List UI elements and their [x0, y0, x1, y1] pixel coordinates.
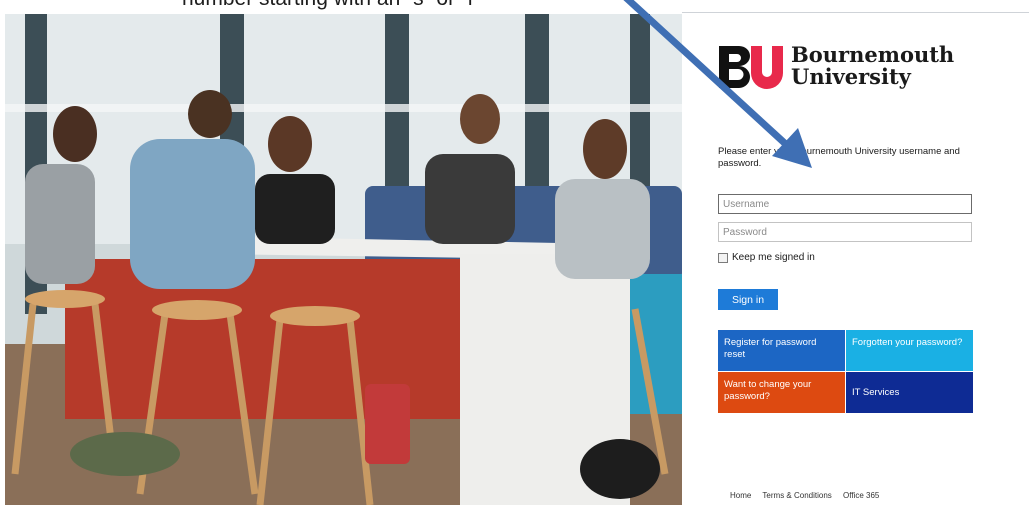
login-prompt: Please enter your Bournemouth University… [718, 146, 960, 169]
keep-signed-in[interactable]: Keep me signed in [718, 252, 815, 263]
password-input[interactable] [718, 222, 972, 242]
footer-links: Home Terms & Conditions Office 365 [730, 491, 888, 500]
instruction-caption: number starting with an “s” or “i” [182, 0, 480, 11]
top-divider [682, 12, 1029, 13]
footer-link-home[interactable]: Home [730, 491, 751, 500]
keep-signed-in-checkbox[interactable] [718, 252, 728, 263]
username-input[interactable] [718, 194, 972, 214]
students-photo [5, 14, 682, 505]
change-password-tile[interactable]: Want to change your password? [718, 372, 845, 413]
forgotten-password-tile[interactable]: Forgotten your password? [846, 330, 973, 371]
it-services-tile[interactable]: IT Services [846, 372, 973, 413]
footer-link-office365[interactable]: Office 365 [843, 491, 879, 500]
footer-link-terms[interactable]: Terms & Conditions [762, 491, 831, 500]
bu-logo-mark [719, 46, 783, 89]
brand-line2: University [791, 64, 911, 89]
sign-in-button[interactable]: Sign in [718, 289, 778, 310]
brand-line1: Bournemouth [791, 42, 955, 67]
register-password-reset-tile[interactable]: Register for password reset [718, 330, 845, 371]
brand-name: Bournemouth University [791, 44, 954, 88]
keep-signed-in-label: Keep me signed in [732, 252, 815, 263]
